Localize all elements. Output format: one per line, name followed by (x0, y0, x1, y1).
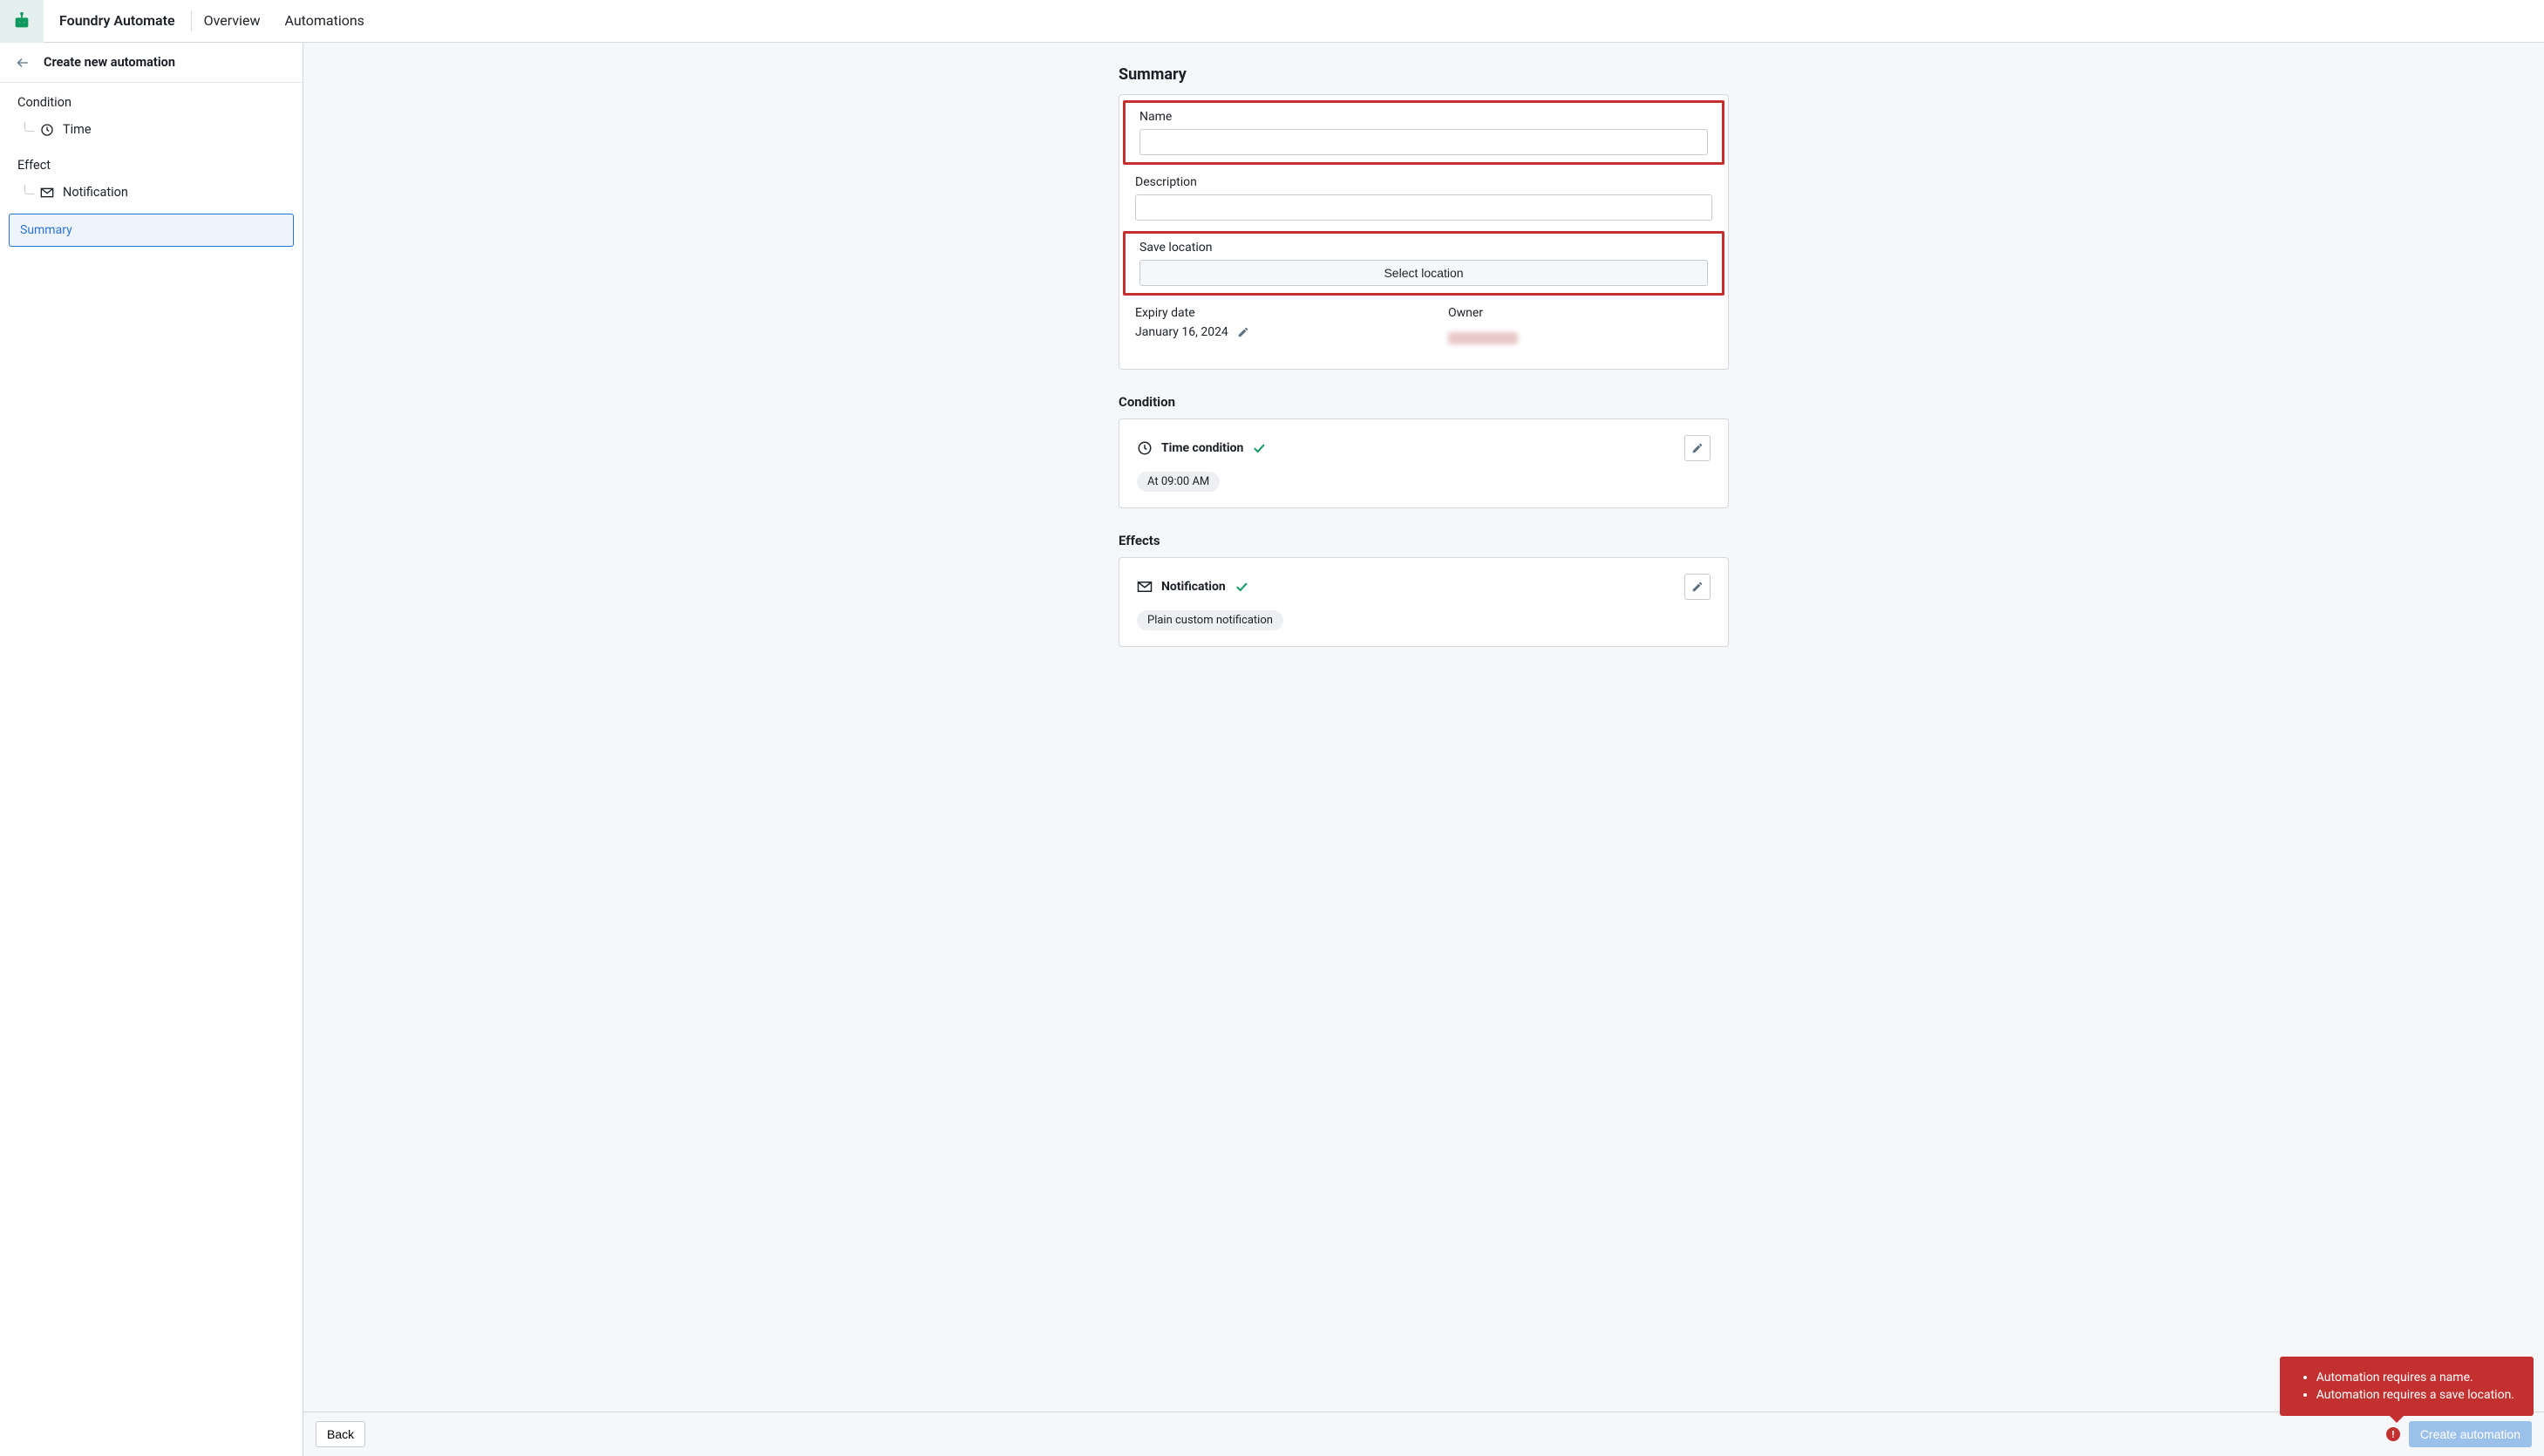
save-location-label: Save location (1139, 241, 1708, 255)
edit-effect-button[interactable] (1684, 574, 1711, 600)
name-field-block: Name (1123, 100, 1724, 165)
content: Summary Name Description Save location S… (303, 43, 2544, 1456)
owner-field: Owner (1434, 299, 1726, 355)
error-icon: ! (2386, 1427, 2400, 1441)
check-icon (1252, 441, 1266, 455)
description-field-block: Description (1121, 168, 1726, 228)
error-item: Automation requires a name. (2316, 1369, 2514, 1386)
save-location-field-block: Save location Select location (1123, 231, 1724, 296)
owner-label: Owner (1448, 306, 1712, 320)
description-label: Description (1135, 175, 1712, 189)
sidebar-item-label: Notification (63, 185, 128, 200)
condition-chip: At 09:00 AM (1137, 472, 1220, 492)
sidebar: Create new automation Condition Time Eff… (0, 43, 303, 1456)
expiry-label: Expiry date (1135, 306, 1399, 320)
create-automation-button[interactable]: Create automation (2409, 1421, 2532, 1447)
page-title: Summary (1119, 65, 1729, 84)
clock-icon (1137, 440, 1153, 456)
back-button[interactable]: Back (316, 1421, 365, 1447)
owner-value-redacted (1448, 332, 1518, 344)
edit-condition-button[interactable] (1684, 435, 1711, 461)
effect-title: Notification (1161, 580, 1226, 594)
error-toast: Automation requires a name. Automation r… (2280, 1357, 2534, 1416)
check-icon (1235, 580, 1248, 594)
sidebar-item-summary[interactable]: Summary (9, 214, 294, 247)
nav-automations[interactable]: Automations (272, 10, 376, 31)
summary-card: Name Description Save location Select lo… (1119, 94, 1729, 370)
edit-expiry-button[interactable] (1237, 326, 1249, 338)
expiry-value: January 16, 2024 (1135, 325, 1228, 339)
app-logo (0, 0, 44, 43)
sidebar-header: Create new automation (0, 43, 303, 83)
error-item: Automation requires a save location. (2316, 1386, 2514, 1404)
condition-title: Time condition (1161, 441, 1243, 455)
sidebar-item-label: Time (63, 122, 92, 137)
clock-icon (40, 123, 54, 137)
nav-section-effect: Effect (0, 146, 303, 176)
effect-card: Notification Plain custom notification (1119, 557, 1729, 647)
description-input[interactable] (1135, 194, 1712, 221)
name-input[interactable] (1139, 129, 1708, 155)
nav-overview[interactable]: Overview (192, 10, 273, 31)
top-bar: Foundry Automate Overview Automations (0, 0, 2544, 43)
effect-chip: Plain custom notification (1137, 610, 1283, 630)
footer: Back Automation requires a name. Automat… (303, 1412, 2544, 1456)
robot-icon (12, 11, 31, 31)
sidebar-item-time[interactable]: Time (0, 113, 303, 146)
envelope-icon (1137, 579, 1153, 595)
effects-heading: Effects (1119, 533, 1729, 548)
select-location-button[interactable]: Select location (1139, 260, 1708, 286)
nav-section-condition: Condition (0, 83, 303, 113)
expiry-field: Expiry date January 16, 2024 (1121, 299, 1413, 355)
condition-heading: Condition (1119, 394, 1729, 410)
name-label: Name (1139, 110, 1708, 124)
app-name: Foundry Automate (44, 10, 192, 31)
envelope-icon (40, 186, 54, 200)
condition-card: Time condition At 09:00 AM (1119, 418, 1729, 508)
sidebar-item-notification[interactable]: Notification (0, 176, 303, 208)
sidebar-title: Create new automation (44, 55, 175, 70)
back-arrow-icon[interactable] (16, 56, 30, 70)
